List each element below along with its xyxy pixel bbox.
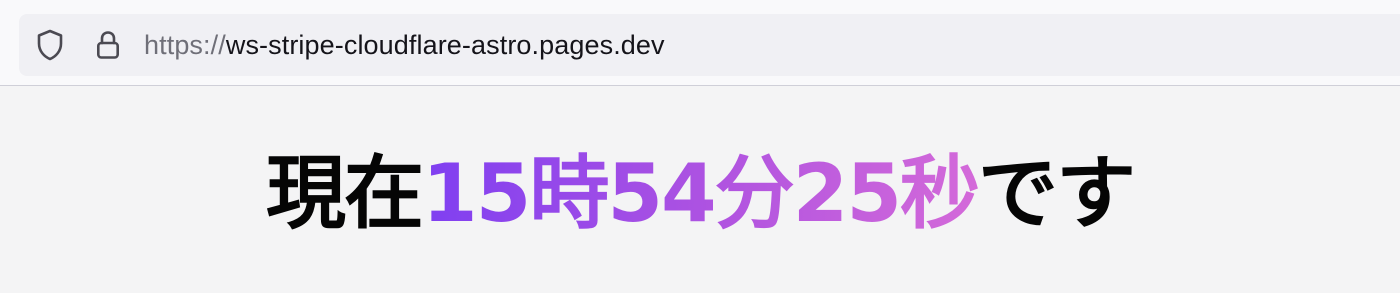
browser-toolbar: https://ws-stripe-cloudflare-astro.pages…: [0, 0, 1400, 86]
current-time-heading: 現在15時54分25秒です: [0, 154, 1400, 234]
address-bar[interactable]: https://ws-stripe-cloudflare-astro.pages…: [19, 14, 1400, 76]
lock-icon[interactable]: [94, 28, 122, 62]
url-host: ws-stripe-cloudflare-astro.pages.dev: [225, 29, 665, 60]
heading-suffix: です: [977, 147, 1136, 240]
url-scheme: https://: [144, 29, 226, 60]
heading-prefix: 現在: [266, 147, 424, 240]
shield-icon[interactable]: [35, 28, 65, 62]
page-content: 現在15時54分25秒です: [0, 86, 1400, 293]
time-value: 15時54分25秒: [422, 147, 980, 240]
url-text[interactable]: https://ws-stripe-cloudflare-astro.pages…: [144, 29, 665, 60]
